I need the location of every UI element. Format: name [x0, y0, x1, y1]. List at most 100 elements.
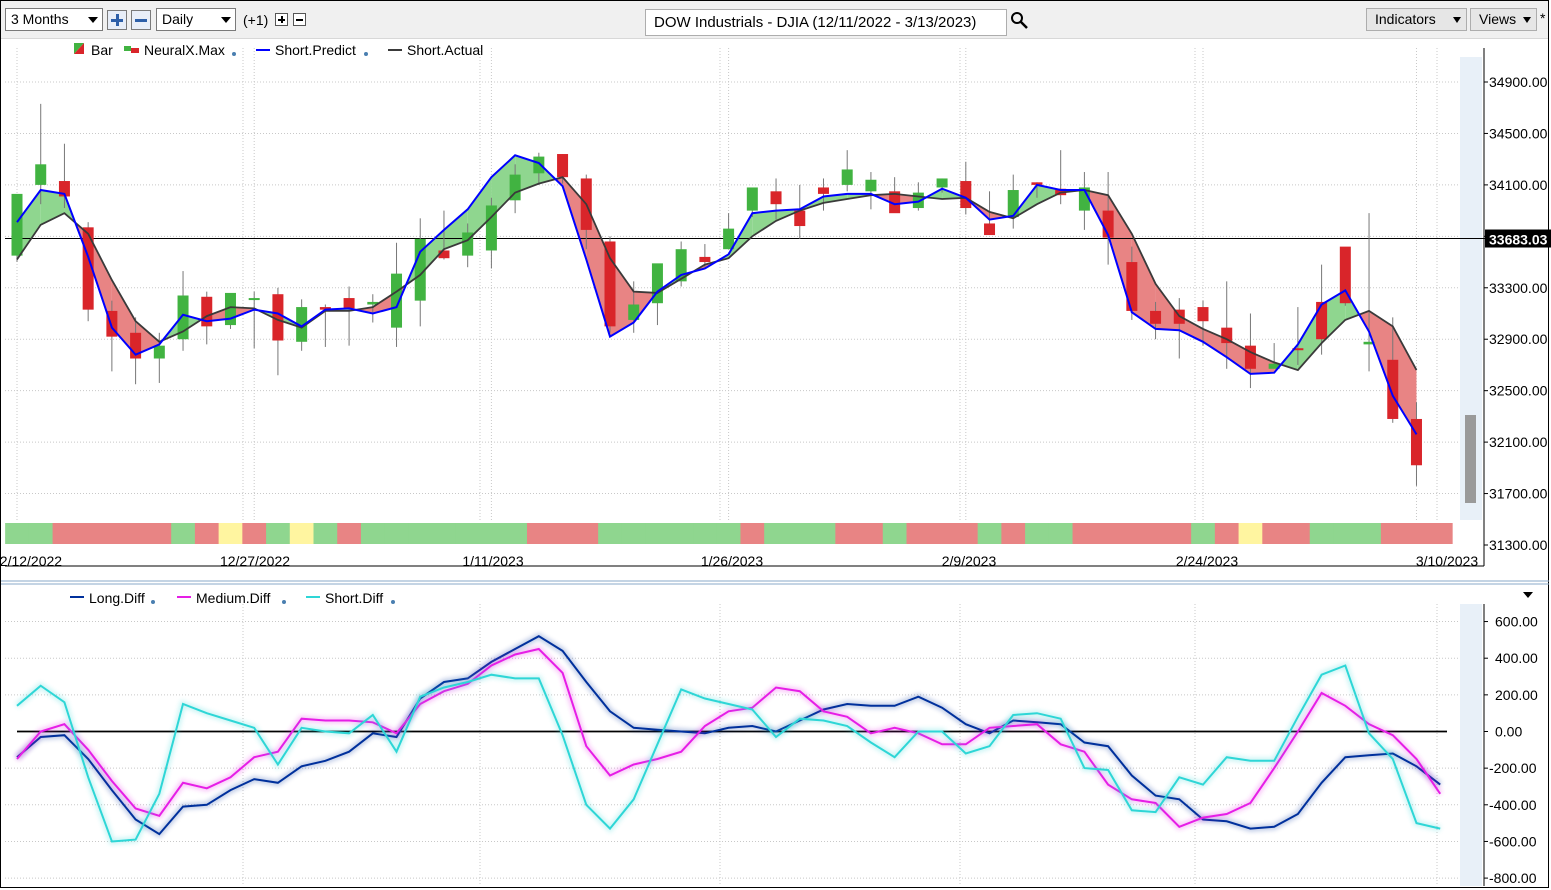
- neuralx-band-segment: [1001, 523, 1026, 544]
- neuralx-band-segment: [621, 523, 647, 544]
- price-axis-label: 34500.00: [1489, 125, 1548, 141]
- candle-up: [391, 273, 403, 328]
- diff-axis-label: 400.00: [1495, 650, 1538, 666]
- neuralx-band-segment: [1262, 523, 1287, 544]
- price-legend: Bar NeuralX.Max Short.Predict Short.Actual: [74, 42, 483, 58]
- neuralx-band-segment: [123, 523, 149, 544]
- neuralx-band-segment: [76, 523, 101, 544]
- neuralx-band-segment: [503, 523, 528, 544]
- neuralx-band-segment: [313, 523, 338, 544]
- neuralx-band-segment: [811, 523, 836, 544]
- neuralx-band-segment: [455, 523, 481, 544]
- price-grid: [5, 48, 1482, 520]
- neuralx-band-segment: [408, 523, 433, 544]
- neuralx-band-segment: [100, 523, 125, 544]
- price-axis-label: 31700.00: [1489, 486, 1548, 502]
- neuralx-band-segment: [953, 523, 979, 544]
- date-axis-label: 3/10/2023: [1416, 553, 1478, 569]
- neuralx-band-segment: [740, 523, 765, 544]
- neuralx-band-segment: [28, 523, 54, 544]
- candle-down: [960, 181, 972, 209]
- diff-axis-label: 600.00: [1495, 614, 1538, 630]
- date-axis: 12/12/2022 12/27/2022 1/11/2023 1/26/2023 2/…: [0, 553, 1484, 569]
- pane-menu-chevron-icon: [1523, 592, 1533, 598]
- price-axis-label: 34100.00: [1489, 177, 1548, 193]
- neuralx-band-segment: [1333, 523, 1358, 544]
- diff-scroll-area: [1460, 604, 1482, 886]
- neuralx-band-segment: [1167, 523, 1192, 544]
- neuralx-band-segment: [194, 523, 220, 544]
- neuralx-band-segment: [1428, 523, 1453, 544]
- neuralx-band-segment: [977, 523, 1002, 544]
- current-price-label: 33683.03: [1489, 232, 1548, 248]
- price-axis-label: 34900.00: [1489, 74, 1548, 90]
- neuralx-band-segment: [1119, 523, 1145, 544]
- neuralx-band-segment: [1380, 523, 1406, 544]
- candle-up: [35, 164, 47, 185]
- neuralx-band-segment: [930, 523, 955, 544]
- neuralx-band-segment: [1072, 523, 1097, 544]
- legend-actual-label: Short.Actual: [407, 42, 483, 58]
- legend-predict-label: Short.Predict: [275, 42, 356, 58]
- candle-down: [343, 298, 355, 309]
- candle-up: [533, 156, 545, 174]
- candle-up: [746, 187, 758, 211]
- candle-up: [936, 178, 948, 188]
- date-axis-label: 12/27/2022: [220, 553, 290, 569]
- legend-dot-icon: [232, 52, 236, 56]
- candle-down: [604, 241, 616, 327]
- diff-axis-label: -600.00: [1489, 833, 1537, 849]
- legend-dot-icon: [364, 52, 368, 56]
- date-axis-label: 2/24/2023: [1176, 553, 1238, 569]
- candle-down: [1339, 246, 1351, 304]
- neuralx-band-segment: [1286, 523, 1311, 544]
- neuralx-band-segment: [716, 523, 742, 544]
- neuralx-band-segment: [337, 523, 362, 544]
- medium-diff-line: [16, 647, 1442, 828]
- price-scroll-thumb: [1465, 415, 1476, 503]
- price-axis-label: 32900.00: [1489, 331, 1548, 347]
- neuralx-legend-icon: [124, 46, 131, 51]
- diff-axis-label: 200.00: [1495, 687, 1538, 703]
- candle-down: [699, 256, 711, 263]
- neuralx-band-segment: [52, 523, 77, 544]
- diff-axis-label: -200.00: [1489, 760, 1537, 776]
- candle-up: [153, 345, 165, 359]
- diff-axis-label: 0.00: [1495, 724, 1522, 740]
- candle-down: [770, 191, 782, 205]
- neuralx-band-segment: [266, 523, 291, 544]
- candle-down: [984, 223, 996, 236]
- neuralx-band-segment: [1404, 523, 1429, 544]
- neuralx-band-segment: [289, 523, 315, 544]
- candle-up: [865, 179, 877, 192]
- neuralx-band-segment: [1048, 523, 1074, 544]
- neuralx-band-segment: [859, 523, 884, 544]
- chart-area[interactable]: 34900.0034500.0034100.0033700.0033300.00…: [0, 0, 1551, 890]
- candle-down: [1410, 418, 1422, 466]
- neuralx-band-segment: [1143, 523, 1169, 544]
- neuralx-band-segment: [1238, 523, 1263, 544]
- diff-axis-label: -800.00: [1489, 870, 1537, 886]
- neuralx-band-segment: [835, 523, 860, 544]
- price-axis: 34900.0034500.0034100.0033700.0033300.00…: [1483, 48, 1551, 566]
- date-axis-label: 12/12/2022: [0, 553, 62, 569]
- candle-up: [841, 169, 853, 185]
- neuralx-band-segment: [1357, 523, 1382, 544]
- candle-down: [557, 154, 569, 178]
- neuralx-band-segment: [1025, 523, 1050, 544]
- candle-down: [1126, 262, 1138, 311]
- candle-down: [1387, 359, 1399, 419]
- candle-down: [1150, 310, 1162, 324]
- diff-legend: Long.Diff Medium.Diff Short.Diff: [70, 590, 395, 606]
- neuralx-band-segment: [598, 523, 623, 544]
- candle-up: [248, 298, 260, 301]
- date-axis-label: 1/11/2023: [462, 553, 523, 569]
- neuralx-band-segment: [384, 523, 409, 544]
- neuralx-band-segment: [1191, 523, 1216, 544]
- price-axis-label: 32500.00: [1489, 383, 1548, 399]
- neuralx-band-segment: [171, 523, 196, 544]
- neuralx-band-segment: [1096, 523, 1121, 544]
- legend-dot-icon: [282, 600, 286, 604]
- price-axis-label: 31300.00: [1489, 537, 1548, 553]
- legend-neuralx-label: NeuralX.Max: [144, 42, 225, 58]
